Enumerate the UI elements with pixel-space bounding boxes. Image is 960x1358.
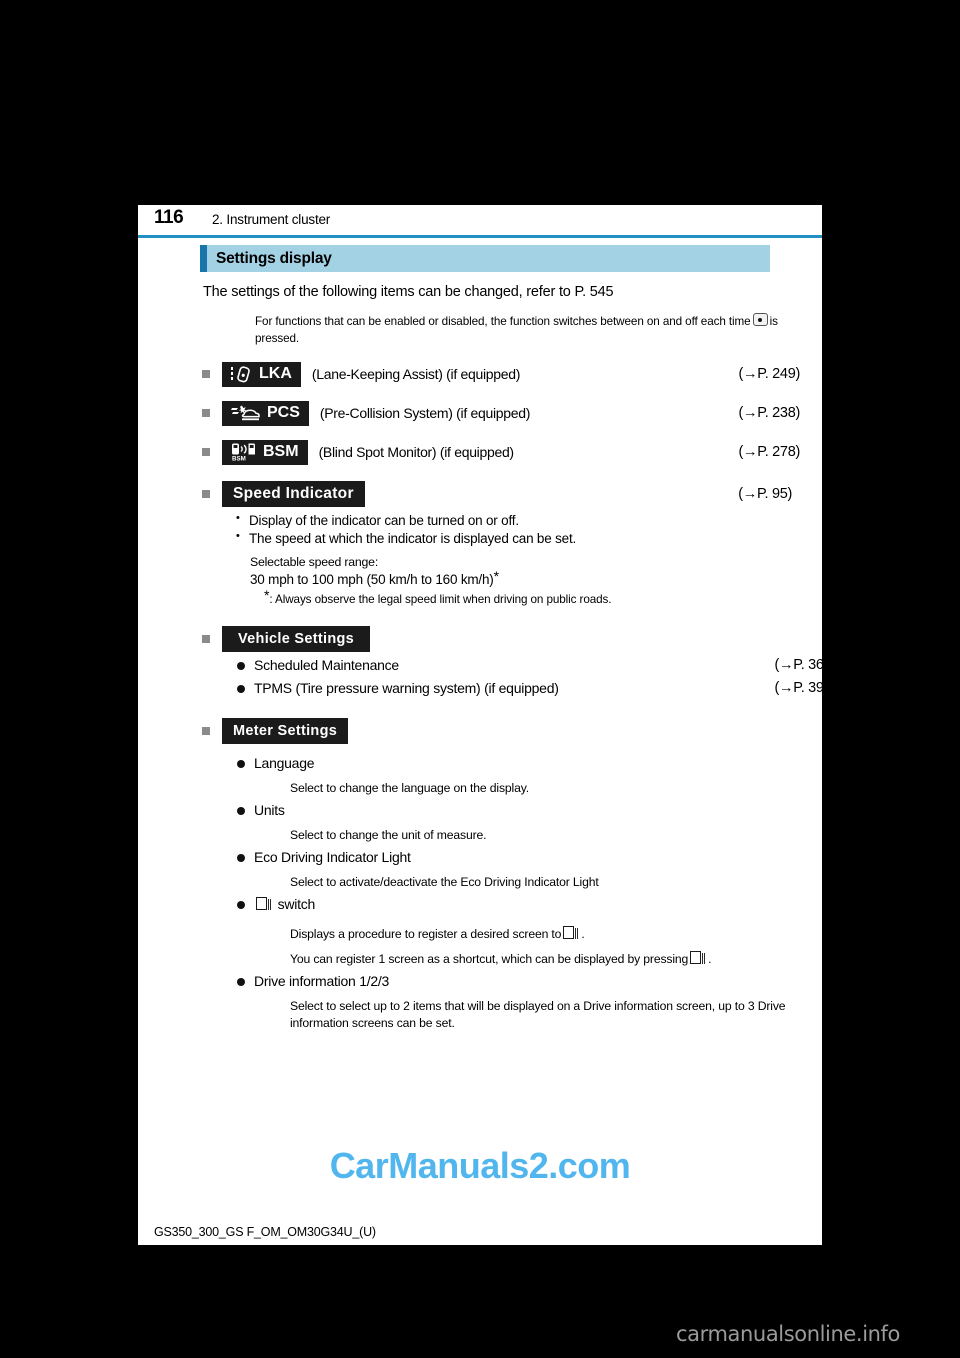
vehicle-settings-item[interactable]: TPMS (Tire pressure warning system) (if … bbox=[236, 679, 836, 698]
square-bullet-icon bbox=[202, 448, 210, 457]
speed-range-label: Selectable speed range: bbox=[250, 554, 379, 569]
speed-range-value-line: 30 mph to 100 mph (50 km/h to 160 km/h)* bbox=[250, 567, 800, 589]
setting-row-vehicle-settings[interactable]: Vehicle Settings bbox=[200, 626, 800, 653]
speed-footnote: *: Always observe the legal speed limit … bbox=[264, 588, 800, 607]
screen-desc-1-before: Displays a procedure to register a desir… bbox=[290, 927, 562, 942]
speed-indicator-badge-label: Speed Indicator bbox=[233, 484, 354, 502]
square-bullet-icon bbox=[202, 727, 210, 736]
meter-settings-item-desc: Select to select up to 2 items that will… bbox=[290, 999, 786, 1031]
setting-row-lka[interactable]: LKA (Lane-Keeping Assist) (if equipped) … bbox=[200, 361, 800, 387]
toggle-note: For functions that can be enabled or dis… bbox=[255, 313, 785, 348]
chapter-title: 2. Instrument cluster bbox=[212, 212, 331, 227]
lka-description: (Lane-Keeping Assist) (if equipped) bbox=[311, 366, 521, 383]
meter-settings-item-eco-driving[interactable]: Eco Driving Indicator Light bbox=[236, 848, 800, 867]
speed-indicator-bullet: The speed at which the indicator is disp… bbox=[236, 530, 800, 546]
blind-spot-monitor-icon: BSM bbox=[231, 443, 257, 461]
running-head: 116 2. Instrument cluster bbox=[138, 205, 822, 241]
square-bullet-icon bbox=[202, 489, 210, 498]
bsm-page-ref[interactable]: (→P. 278) bbox=[738, 444, 800, 460]
pcs-badge: PCS bbox=[222, 400, 309, 426]
setting-row-bsm[interactable]: BSM BSM (Blind Spot Monitor) (if equippe… bbox=[200, 439, 800, 465]
lka-badge: LKA bbox=[222, 361, 301, 387]
meter-settings-item-drive-information[interactable]: Drive information 1/2/3 bbox=[236, 972, 800, 991]
site-credit: carmanualsonline.info bbox=[676, 1322, 900, 1346]
meter-settings-item-language[interactable]: Language bbox=[236, 754, 800, 773]
bsm-badge-label: BSM bbox=[263, 443, 299, 461]
meter-settings-item-desc: Select to activate/deactivate the Eco Dr… bbox=[290, 875, 599, 890]
screen-desc-2-before: You can register 1 screen as a shortcut,… bbox=[290, 952, 689, 967]
meter-settings-item-label: Drive information 1/2/3 bbox=[254, 973, 390, 990]
screen-switch-icon bbox=[690, 951, 707, 965]
vehicle-settings-badge-label: Vehicle Settings bbox=[238, 631, 355, 648]
square-bullet-icon bbox=[202, 409, 210, 418]
meter-settings-screen-desc-2: You can register 1 screen as a shortcut,… bbox=[290, 951, 800, 968]
pre-collision-system-icon bbox=[231, 405, 261, 422]
vehicle-settings-badge: Vehicle Settings bbox=[222, 626, 371, 653]
page-content: The settings of the following items can … bbox=[200, 279, 836, 1034]
dot-button-icon bbox=[752, 313, 768, 326]
meter-settings-items: Language Select to change the language o… bbox=[236, 754, 800, 1032]
speed-indicator-page-ref[interactable]: (→P. 95) bbox=[738, 486, 792, 502]
setting-row-meter-settings[interactable]: Meter Settings bbox=[200, 718, 800, 745]
manual-page-sheet: 116 2. Instrument cluster Settings displ… bbox=[138, 205, 836, 1245]
screen-switch-icon bbox=[256, 897, 272, 911]
footnote-text: : Always observe the legal speed limit w… bbox=[269, 593, 612, 607]
vehicle-settings-item[interactable]: Scheduled Maintenance (→P. 366) bbox=[236, 656, 836, 675]
meter-settings-item-screen-switch[interactable]: switch bbox=[236, 895, 800, 914]
square-bullet-icon bbox=[202, 635, 210, 644]
vehicle-settings-items: Scheduled Maintenance (→P. 366) TPMS (Ti… bbox=[236, 656, 836, 698]
meter-settings-item-desc: Select to change the unit of measure. bbox=[290, 828, 487, 843]
meter-settings-item-label: switch bbox=[277, 896, 316, 913]
svg-text:BSM: BSM bbox=[232, 456, 246, 462]
meter-settings-badge: Meter Settings bbox=[222, 718, 349, 745]
speed-range-note: Selectable speed range: 30 mph to 100 mp… bbox=[250, 555, 800, 589]
intro-text: The settings of the following items can … bbox=[203, 284, 614, 300]
section-header-bar: Settings display bbox=[200, 245, 770, 272]
pcs-description: (Pre-Collision System) (if equipped) bbox=[319, 405, 531, 422]
speed-range-star: * bbox=[493, 567, 499, 584]
meter-settings-item-units[interactable]: Units bbox=[236, 801, 800, 820]
section-title: Settings display bbox=[216, 249, 332, 267]
speed-indicator-bullets: Display of the indicator can be turned o… bbox=[236, 512, 800, 546]
setting-row-speed-indicator[interactable]: Speed Indicator (→P. 95) bbox=[200, 480, 800, 507]
bsm-badge: BSM BSM bbox=[222, 439, 308, 465]
bsm-description: (Blind Spot Monitor) (if equipped) bbox=[318, 444, 515, 461]
watermark: CarManuals2.com bbox=[329, 1145, 631, 1186]
vehicle-settings-item-page-ref[interactable]: (→P. 395) bbox=[774, 679, 836, 699]
screen-desc-2-after: . bbox=[708, 952, 712, 967]
setting-row-pcs[interactable]: PCS (Pre-Collision System) (if equipped)… bbox=[200, 400, 800, 426]
toggle-note-before: For functions that can be enabled or dis… bbox=[255, 315, 751, 328]
lane-keeping-assist-icon bbox=[231, 366, 253, 383]
screen-desc-1-after: . bbox=[581, 927, 585, 942]
meter-settings-item-label: Eco Driving Indicator Light bbox=[254, 849, 411, 866]
meter-settings-item-desc: Select to change the language on the dis… bbox=[290, 781, 529, 796]
meter-settings-badge-label: Meter Settings bbox=[233, 723, 338, 740]
section-accent-bar bbox=[200, 245, 207, 272]
screen-switch-icon bbox=[563, 926, 580, 940]
speed-indicator-badge: Speed Indicator bbox=[222, 480, 365, 507]
vehicle-settings-item-label: TPMS (Tire pressure warning system) (if … bbox=[254, 680, 559, 697]
page-number: 116 bbox=[154, 207, 184, 228]
pcs-page-ref[interactable]: (→P. 238) bbox=[738, 405, 800, 421]
header-rule bbox=[138, 235, 822, 238]
speed-range-value: 30 mph to 100 mph (50 km/h to 160 km/h) bbox=[250, 571, 494, 587]
meter-settings-screen-desc-1: Displays a procedure to register a desir… bbox=[290, 926, 800, 943]
meter-settings-item-label: Units bbox=[254, 802, 285, 819]
meter-settings-item-label: Language bbox=[254, 755, 315, 772]
square-bullet-icon bbox=[202, 370, 210, 379]
pcs-badge-label: PCS bbox=[267, 404, 300, 422]
speed-indicator-bullet: Display of the indicator can be turned o… bbox=[236, 512, 800, 528]
lka-badge-label: LKA bbox=[259, 365, 292, 383]
vehicle-settings-item-label: Scheduled Maintenance bbox=[254, 657, 399, 674]
vehicle-settings-item-page-ref[interactable]: (→P. 366) bbox=[774, 656, 836, 676]
document-code: GS350_300_GS F_OM_OM30G34U_(U) bbox=[154, 1225, 376, 1239]
lka-page-ref[interactable]: (→P. 249) bbox=[738, 366, 800, 382]
